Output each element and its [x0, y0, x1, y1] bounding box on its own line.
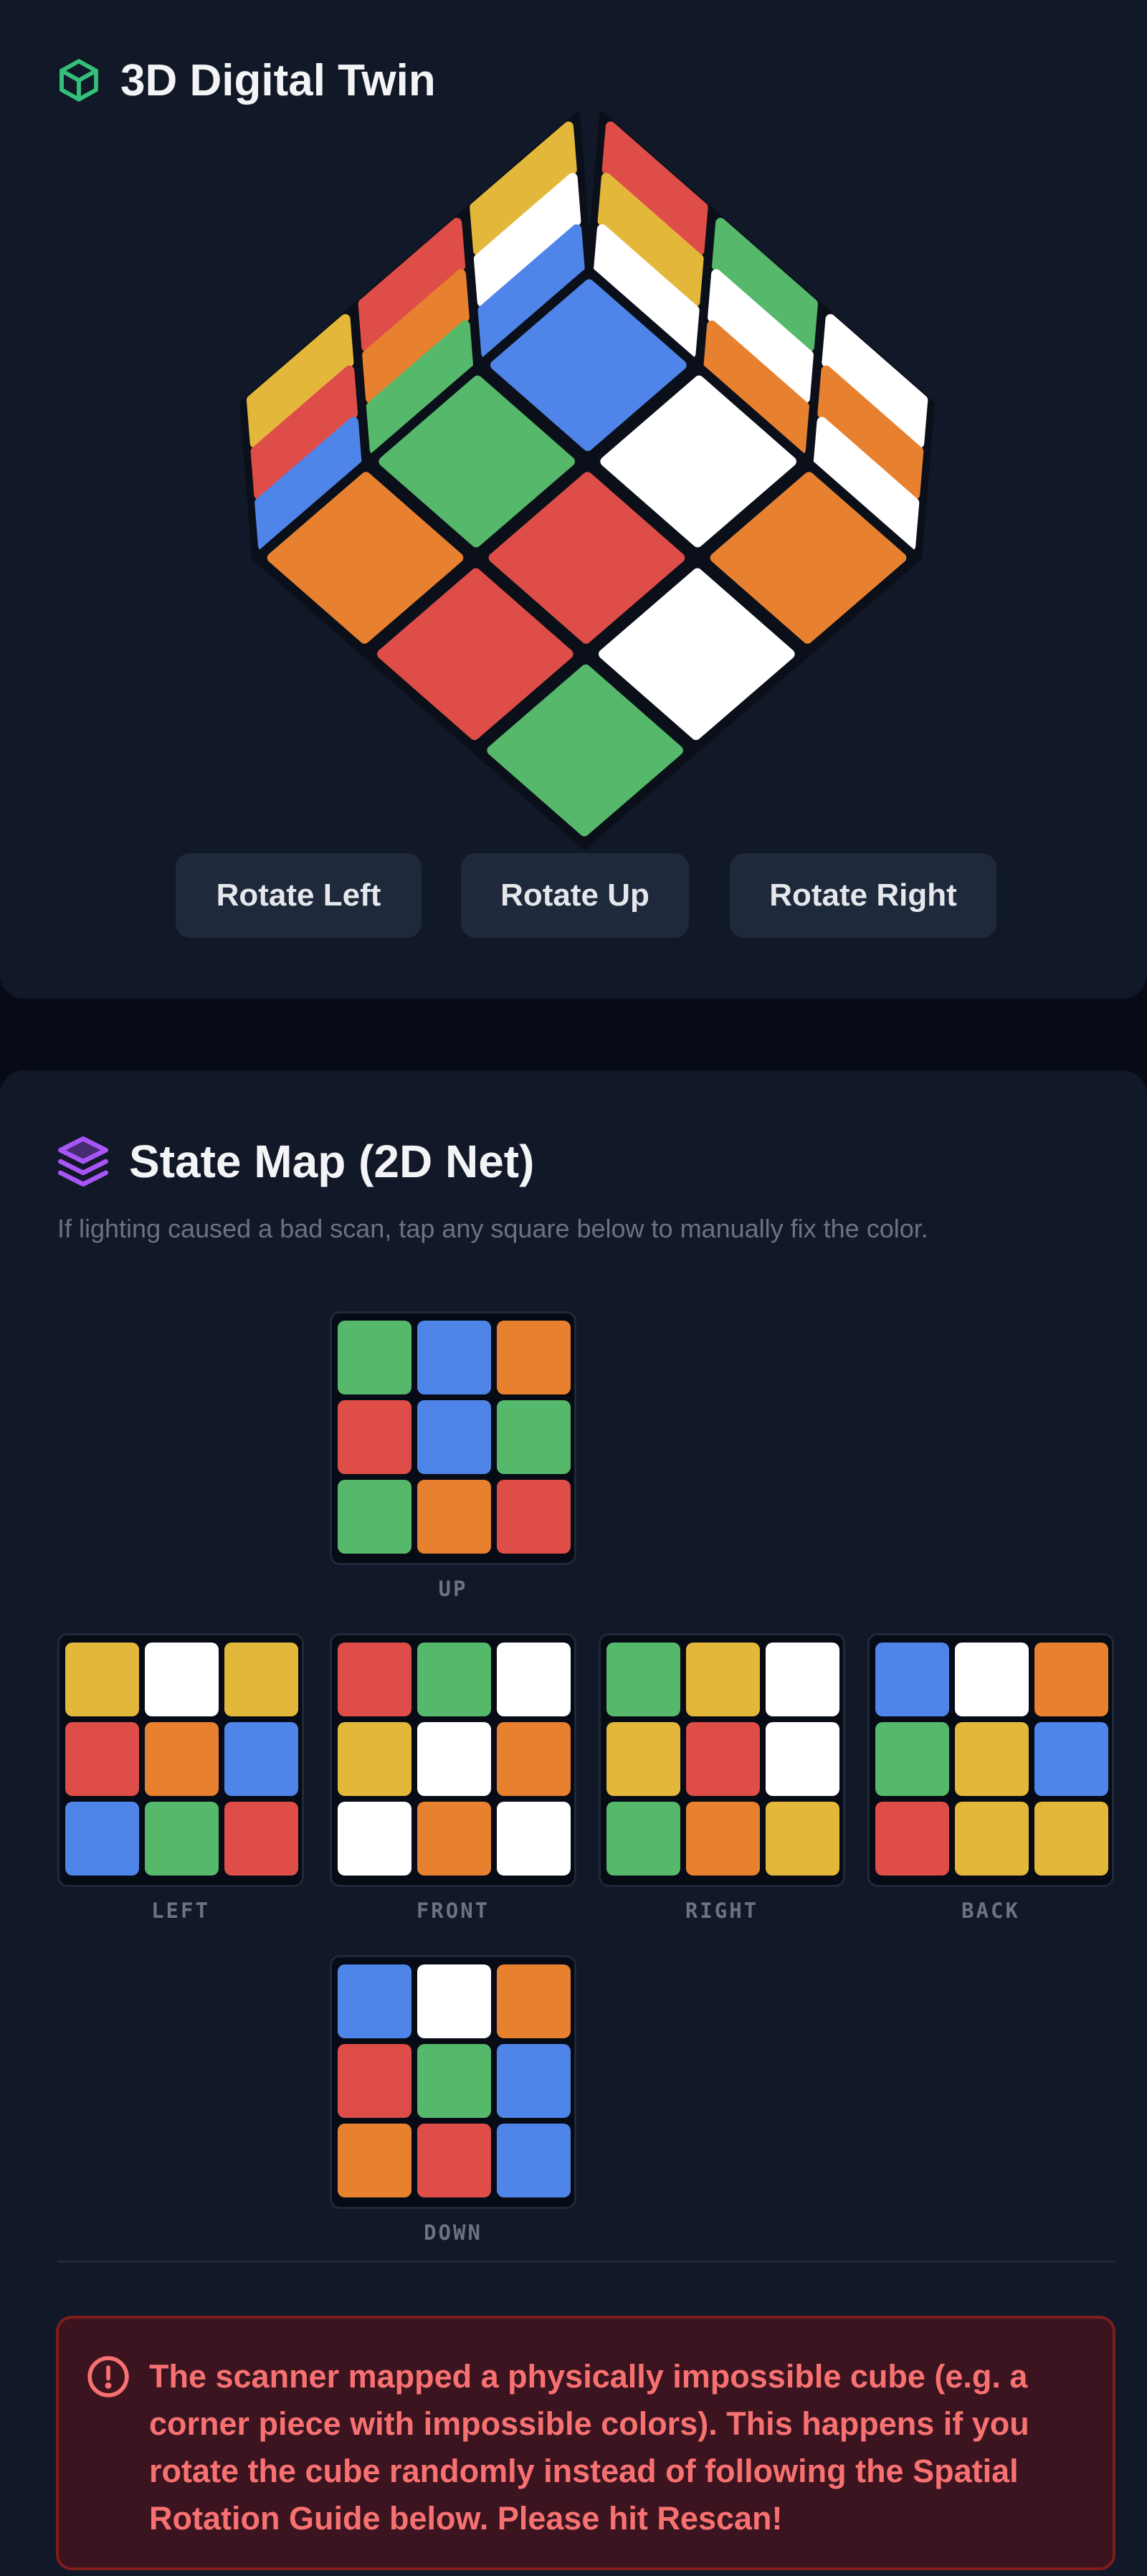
net-face-right — [599, 1633, 845, 1887]
net-sticker-down[interactable] — [497, 2044, 571, 2118]
net-sticker-left[interactable] — [224, 1722, 298, 1796]
net-sticker-left[interactable] — [65, 1643, 139, 1716]
net-sticker-front[interactable] — [338, 1722, 411, 1796]
net-sticker-front[interactable] — [338, 1802, 411, 1876]
net-face-back — [867, 1633, 1114, 1887]
net-sticker-down[interactable] — [417, 1964, 491, 2038]
net-face-label-back: BACK — [961, 1898, 1020, 1923]
net-sticker-left[interactable] — [224, 1643, 298, 1716]
net-sticker-up[interactable] — [497, 1321, 571, 1394]
net-sticker-front[interactable] — [497, 1643, 571, 1716]
net-sticker-front[interactable] — [497, 1722, 571, 1796]
state-map-title: State Map (2D Net) — [129, 1136, 535, 1187]
net-sticker-right[interactable] — [606, 1643, 680, 1716]
net-sticker-left[interactable] — [65, 1722, 139, 1796]
net-sticker-left[interactable] — [145, 1802, 219, 1876]
net-sticker-front[interactable] — [497, 1802, 571, 1876]
error-alert: The scanner mapped a physically impossib… — [56, 2316, 1115, 2570]
net-sticker-down[interactable] — [338, 1964, 411, 2038]
net-sticker-up[interactable] — [417, 1321, 491, 1394]
alert-circle-icon — [86, 2354, 130, 2402]
net-sticker-left[interactable] — [224, 1802, 298, 1876]
net-sticker-right[interactable] — [686, 1643, 760, 1716]
net-sticker-up[interactable] — [338, 1480, 411, 1554]
net-sticker-down[interactable] — [417, 2044, 491, 2118]
net-sticker-back[interactable] — [955, 1643, 1029, 1716]
net-sticker-right[interactable] — [766, 1643, 839, 1716]
net-face-up — [330, 1311, 576, 1565]
net-sticker-front[interactable] — [417, 1643, 491, 1716]
net-sticker-up[interactable] — [338, 1400, 411, 1474]
net-sticker-back[interactable] — [875, 1643, 949, 1716]
net-sticker-front[interactable] — [338, 1643, 411, 1716]
rotate-up-button[interactable]: Rotate Up — [461, 853, 689, 938]
net-sticker-down[interactable] — [417, 2124, 491, 2197]
net-sticker-right[interactable] — [606, 1802, 680, 1876]
net-sticker-down[interactable] — [497, 2124, 571, 2197]
net-sticker-back[interactable] — [955, 1722, 1029, 1796]
net-sticker-back[interactable] — [875, 1722, 949, 1796]
net-sticker-left[interactable] — [65, 1802, 139, 1876]
net-face-down — [330, 1955, 576, 2209]
state-map-header: State Map (2D Net) — [56, 1131, 534, 1192]
net-sticker-back[interactable] — [1034, 1643, 1108, 1716]
net-sticker-up[interactable] — [417, 1400, 491, 1474]
net-sticker-back[interactable] — [875, 1802, 949, 1876]
net-face-label-front: FRONT — [416, 1898, 490, 1923]
net-sticker-left[interactable] — [145, 1643, 219, 1716]
net-sticker-right[interactable] — [686, 1802, 760, 1876]
net-sticker-up[interactable] — [338, 1321, 411, 1394]
net-sticker-right[interactable] — [766, 1802, 839, 1876]
rotate-left-button[interactable]: Rotate Left — [176, 853, 422, 938]
net-face-label-up: UP — [438, 1577, 468, 1601]
net-sticker-right[interactable] — [686, 1722, 760, 1796]
net-face-label-right: RIGHT — [685, 1898, 759, 1923]
net-sticker-front[interactable] — [417, 1722, 491, 1796]
net-sticker-up[interactable] — [417, 1480, 491, 1554]
layers-icon — [56, 1134, 110, 1189]
net-sticker-back[interactable] — [1034, 1802, 1108, 1876]
divider — [57, 2261, 1115, 2263]
net-face-label-left: LEFT — [151, 1898, 210, 1923]
net-sticker-left[interactable] — [145, 1722, 219, 1796]
net-sticker-right[interactable] — [766, 1722, 839, 1796]
state-map-subtitle: If lighting caused a bad scan, tap any s… — [57, 1214, 928, 1243]
net-sticker-down[interactable] — [497, 1964, 571, 2038]
net-face-label-down: DOWN — [424, 2220, 482, 2245]
net-sticker-down[interactable] — [338, 2124, 411, 2197]
net-sticker-up[interactable] — [497, 1480, 571, 1554]
net-sticker-up[interactable] — [497, 1400, 571, 1474]
net-sticker-right[interactable] — [606, 1722, 680, 1796]
net-sticker-down[interactable] — [338, 2044, 411, 2118]
net-face-left — [57, 1633, 304, 1887]
net-sticker-back[interactable] — [1034, 1722, 1108, 1796]
net-sticker-front[interactable] — [417, 1802, 491, 1876]
rotate-right-button[interactable]: Rotate Right — [730, 853, 996, 938]
net-sticker-back[interactable] — [955, 1802, 1029, 1876]
error-message: The scanner mapped a physically impossib… — [149, 2358, 1029, 2537]
net-face-front — [330, 1633, 576, 1887]
cube-3d-view[interactable] — [0, 0, 1147, 860]
